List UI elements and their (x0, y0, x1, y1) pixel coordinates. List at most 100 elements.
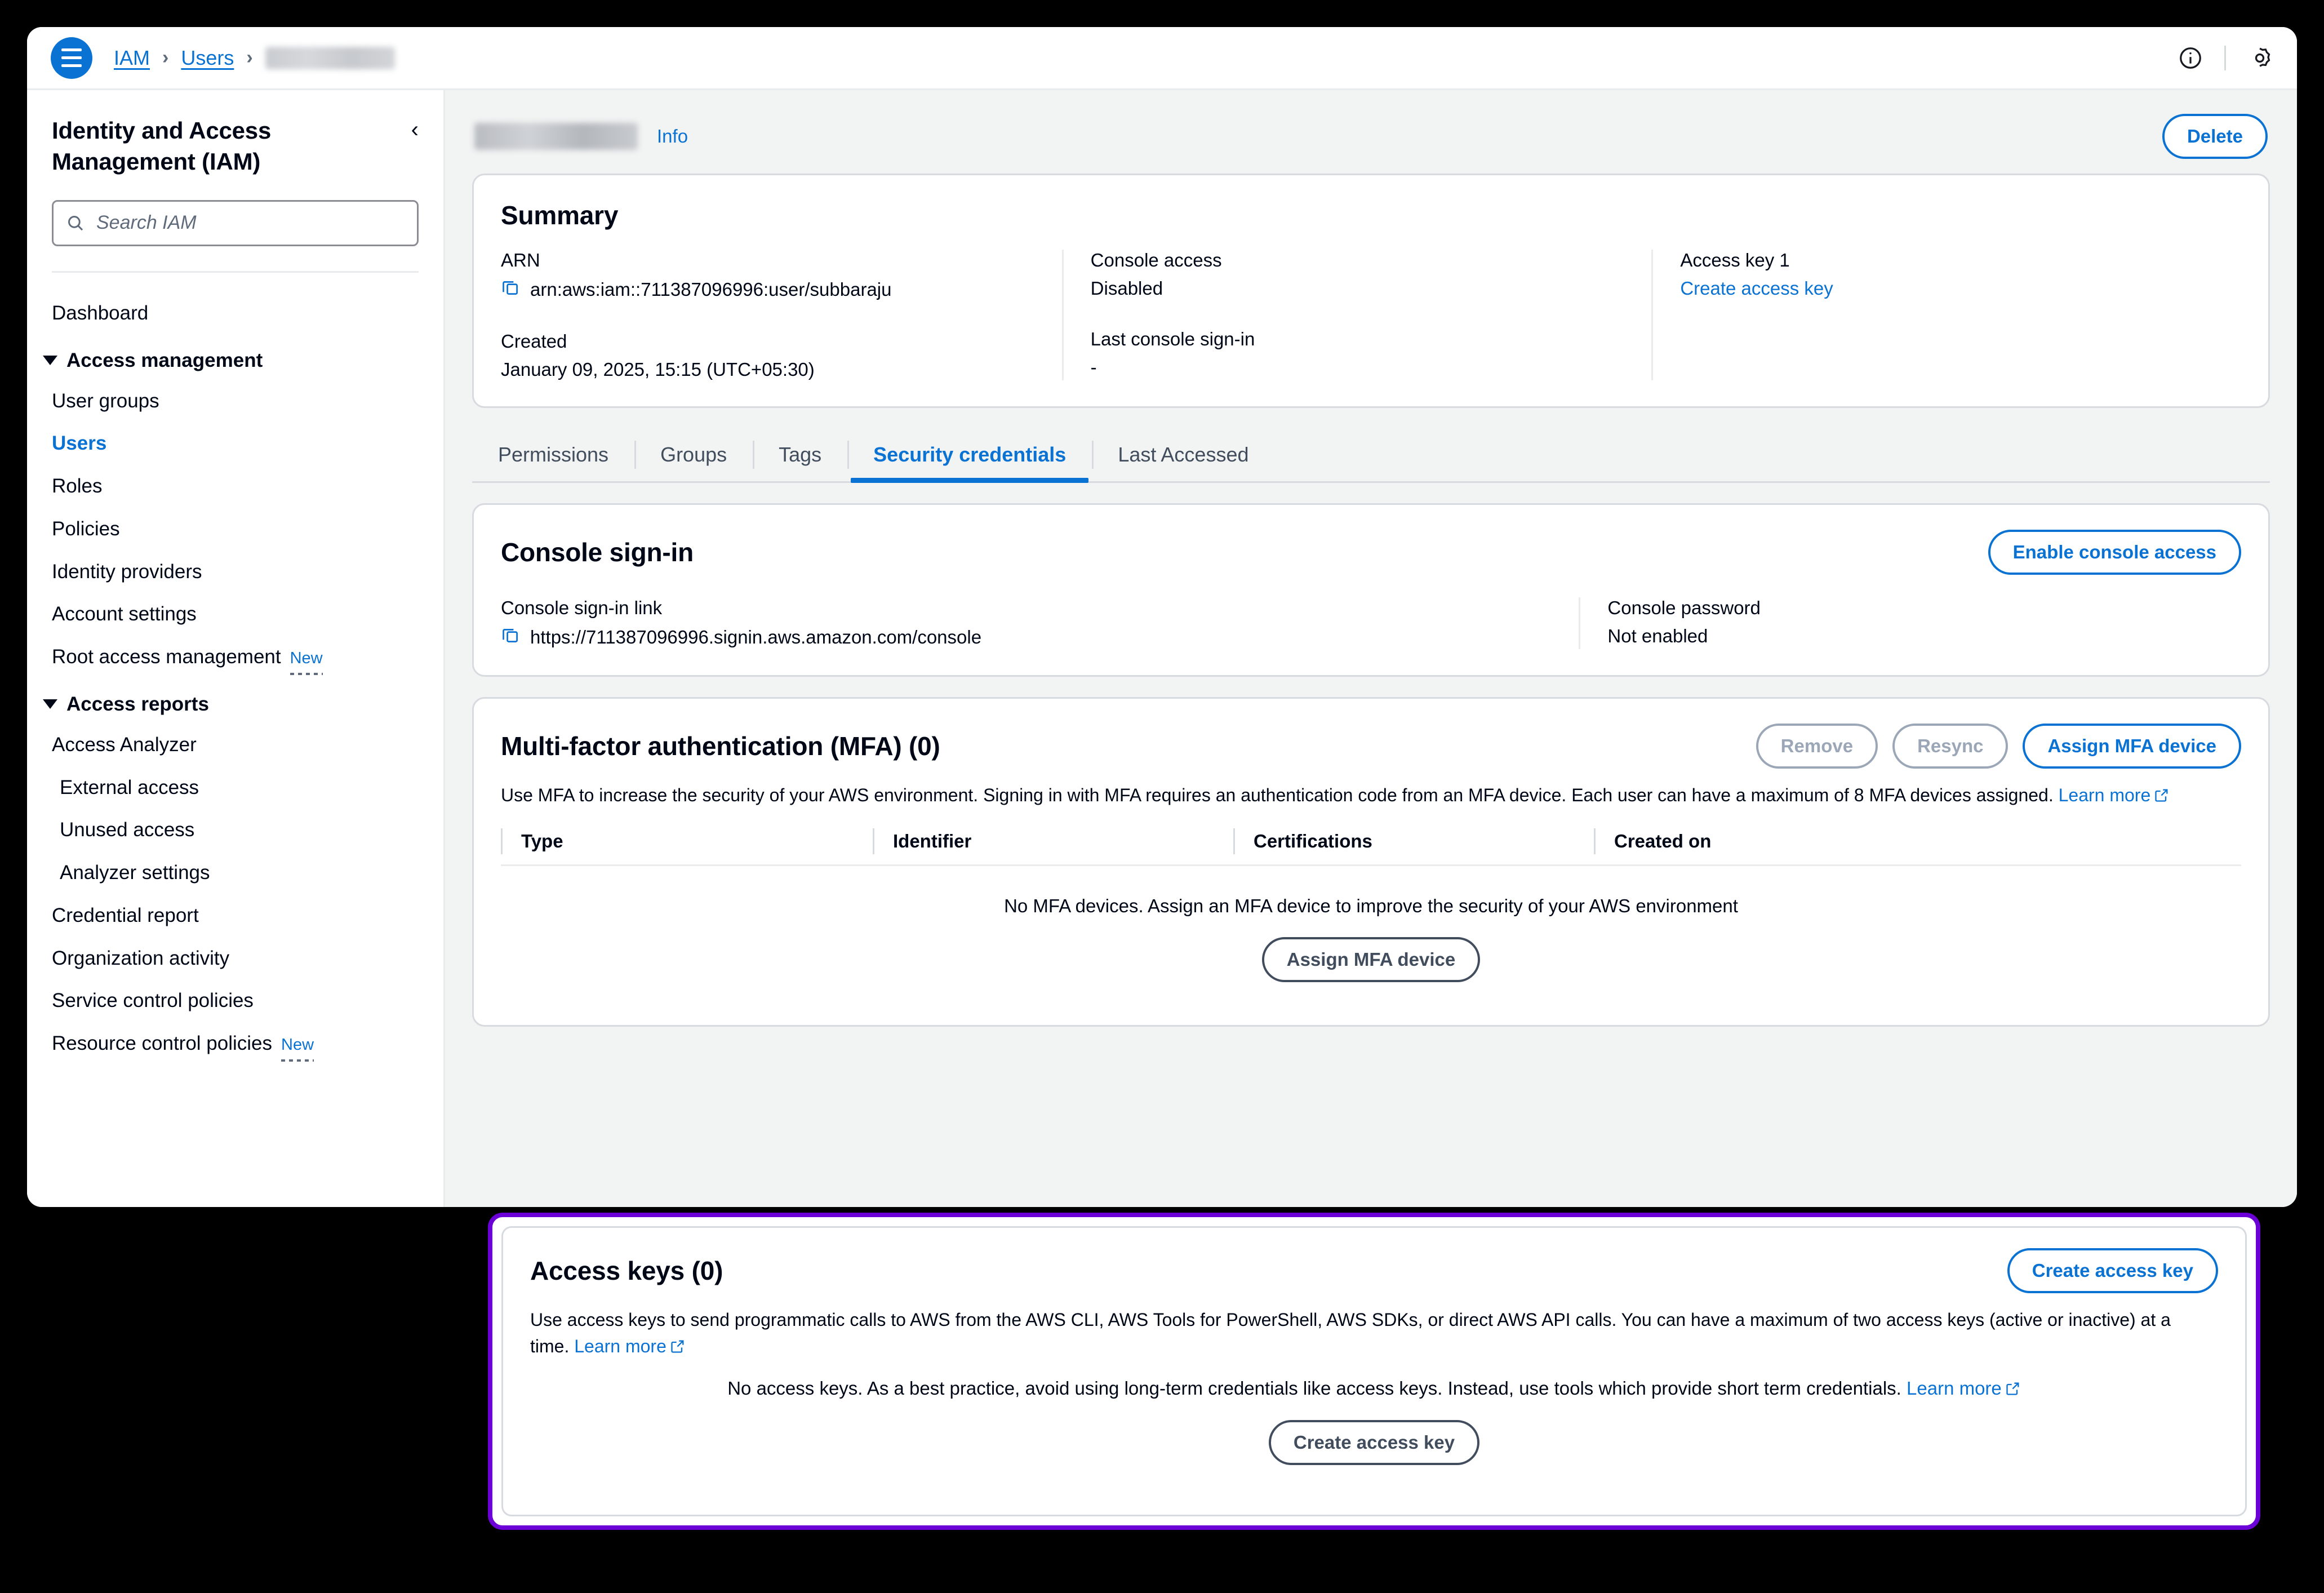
settings-gear-icon[interactable] (2245, 43, 2274, 73)
console-signin-header: Console sign-in Enable console access (501, 530, 2241, 575)
sidebar-item-analyzer-settings[interactable]: Analyzer settings (27, 851, 443, 894)
sidebar-item-identity-providers[interactable]: Identity providers (27, 551, 443, 593)
chevron-left-icon[interactable]: ‹ (411, 115, 419, 141)
console-signin-link-col: Console sign-in link https://71138709699… (501, 597, 1579, 649)
sidebar-item-user-groups[interactable]: User groups (27, 380, 443, 423)
sidebar-item-credential-report[interactable]: Credential report (27, 894, 443, 937)
create-access-key-empty-button[interactable]: Create access key (1268, 1420, 1480, 1466)
mfa-col-type: Type (501, 828, 873, 854)
summary-col-access-key: Access key 1 Create access key (1651, 250, 2241, 380)
tab-permissions[interactable]: Permissions (472, 428, 634, 481)
sidebar-item-label: Organization activity (52, 947, 230, 969)
page-info-link[interactable]: Info (657, 126, 688, 147)
tab-groups[interactable]: Groups (634, 428, 753, 481)
access-keys-card: Access keys (0) Create access key Use ac… (501, 1226, 2247, 1516)
external-link-icon (670, 1335, 686, 1361)
mfa-header: Multi-factor authentication (MFA) (0) Re… (501, 724, 2241, 769)
search-icon (68, 215, 83, 230)
sidebar-item-users[interactable]: Users (27, 422, 443, 465)
sidebar-item-label: Service control policies (52, 989, 254, 1012)
access-keys-empty-text: No access keys. As a best practice, avoi… (530, 1378, 2218, 1401)
access-keys-empty-message: No access keys. As a best practice, avoi… (727, 1378, 1901, 1399)
sidebar-item-label: Credential report (52, 904, 199, 926)
console-access-value: Disabled (1090, 278, 1163, 299)
mfa-col-identifier: Identifier (873, 828, 1233, 854)
tab-bar: Permissions Groups Tags Security credent… (472, 428, 2270, 483)
copy-icon[interactable] (501, 278, 520, 301)
sidebar-item-external-access[interactable]: External access (27, 766, 443, 809)
hamburger-bar (61, 56, 82, 59)
sidebar-item-label: Users (52, 432, 107, 455)
summary-title: Summary (501, 201, 619, 230)
delete-button[interactable]: Delete (2162, 114, 2268, 159)
external-link-icon (2005, 1379, 2021, 1401)
access-keys-empty-state: No access keys. As a best practice, avoi… (530, 1361, 2218, 1466)
summary-card: Summary ARN arn:aws:iam::711387096996:us… (472, 174, 2270, 408)
create-access-key-link[interactable]: Create access key (1680, 278, 1833, 299)
sidebar-item-unused-access[interactable]: Unused access (27, 809, 443, 851)
new-badge[interactable]: New (290, 648, 323, 676)
copy-icon[interactable] (501, 625, 520, 649)
breadcrumb-item-username-redacted (265, 46, 395, 69)
arn-value: arn:aws:iam::711387096996:user/subbaraju (530, 279, 892, 300)
created-label: Created (501, 331, 567, 352)
resync-mfa-button[interactable]: Resync (1892, 724, 2008, 769)
arn-value-row: arn:aws:iam::711387096996:user/subbaraju (501, 278, 1039, 301)
hamburger-bar (61, 64, 82, 67)
page-title-username-redacted (474, 123, 638, 150)
top-navigation-bar: IAM › Users › (27, 27, 2297, 90)
sidebar-item-service-control-policies[interactable]: Service control policies (27, 979, 443, 1022)
breadcrumb-separator: › (162, 47, 169, 68)
access-keys-empty-learn-more-link[interactable]: Learn more (1907, 1378, 2002, 1399)
tab-security-credentials[interactable]: Security credentials (847, 428, 1092, 483)
console-password-value: Not enabled (1607, 625, 1708, 646)
sidebar-group-access-reports[interactable]: Access reports (27, 678, 443, 724)
breadcrumb: IAM › Users › (114, 46, 395, 70)
topbar-divider (2224, 45, 2226, 70)
info-circle-icon[interactable] (2176, 43, 2205, 73)
assign-mfa-device-empty-button[interactable]: Assign MFA device (1261, 937, 1481, 982)
assign-mfa-device-button[interactable]: Assign MFA device (2023, 724, 2241, 769)
sidebar-item-label: Roles (52, 475, 103, 498)
console-signin-link-value: https://711387096996.signin.aws.amazon.c… (530, 627, 982, 647)
mfa-table-header: Type Identifier Certifications Created o… (501, 828, 2241, 866)
access-keys-learn-more-link[interactable]: Learn more (574, 1336, 666, 1356)
remove-mfa-button[interactable]: Remove (1756, 724, 1878, 769)
device-frame: IAM › Users › Identity and Access Manage… (0, 0, 2324, 1593)
new-badge[interactable]: New (281, 1035, 314, 1062)
tab-last-accessed[interactable]: Last Accessed (1092, 428, 1274, 481)
breadcrumb-item-iam[interactable]: IAM (114, 46, 150, 70)
hamburger-menu-icon[interactable] (51, 37, 92, 79)
sidebar-item-account-settings[interactable]: Account settings (27, 593, 443, 636)
console-signin-grid: Console sign-in link https://71138709699… (501, 597, 2241, 649)
sidebar-item-root-access-management[interactable]: Root access management New (27, 636, 443, 678)
last-signin-value: - (1090, 357, 1097, 378)
search-input[interactable] (52, 199, 419, 246)
sidebar-item-label: Policies (52, 517, 120, 540)
sidebar-item-label: Resource control policies (52, 1032, 273, 1055)
sidebar-item-resource-control-policies[interactable]: Resource control policies New (27, 1022, 443, 1065)
sidebar-item-dashboard[interactable]: Dashboard (27, 292, 443, 335)
breadcrumb-item-users[interactable]: Users (181, 46, 234, 70)
hamburger-bar (61, 48, 82, 51)
sidebar-item-roles[interactable]: Roles (27, 465, 443, 508)
sidebar-item-access-analyzer[interactable]: Access Analyzer (27, 724, 443, 766)
access-keys-highlight-frame: Access keys (0) Create access key Use ac… (488, 1213, 2260, 1530)
sidebar-group-label: Access management (66, 349, 263, 371)
search-iam-field[interactable] (96, 212, 405, 234)
sidebar-item-policies[interactable]: Policies (27, 508, 443, 551)
mfa-learn-more-link[interactable]: Learn more (2059, 785, 2151, 805)
access-key-label: Access key 1 (1680, 250, 1790, 270)
tab-tags[interactable]: Tags (753, 428, 847, 481)
enable-console-access-button[interactable]: Enable console access (1988, 530, 2241, 575)
mfa-col-created-on: Created on (1594, 828, 1954, 854)
console-body: Identity and Access Management (IAM) ‹ D… (27, 90, 2297, 1207)
sidebar-item-label: Root access management (52, 646, 281, 668)
sidebar-item-label: Identity providers (52, 560, 202, 583)
create-access-key-button[interactable]: Create access key (2007, 1248, 2218, 1293)
sidebar-item-label: External access (60, 776, 199, 798)
mfa-title: Multi-factor authentication (MFA) (0) (501, 731, 940, 761)
sidebar-item-organization-activity[interactable]: Organization activity (27, 937, 443, 980)
console-password-label: Console password (1607, 597, 1761, 618)
sidebar-group-access-management[interactable]: Access management (27, 335, 443, 380)
